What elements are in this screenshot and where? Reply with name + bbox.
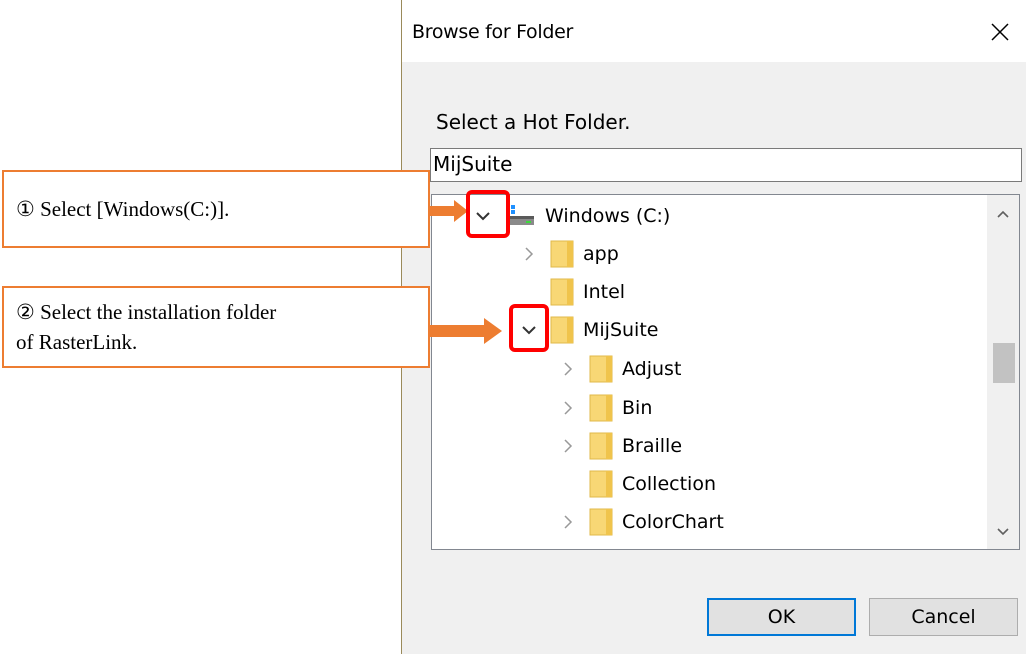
tree-item-colorchart[interactable]: ColorChart bbox=[557, 504, 724, 540]
highlight-windows-chevron bbox=[466, 190, 510, 238]
callout-step-2-line2: of RasterLink. bbox=[16, 330, 138, 354]
folder-icon bbox=[550, 278, 574, 306]
chevron-down-icon bbox=[997, 528, 1009, 536]
callout-step-1-text: ① Select [Windows(C:)]. bbox=[16, 197, 230, 221]
tree-item-label: ColorChart bbox=[622, 511, 724, 533]
ok-button[interactable]: OK bbox=[707, 598, 856, 636]
callout-step-2-line1: ② Select the installation folder bbox=[16, 300, 277, 324]
scroll-thumb[interactable] bbox=[993, 343, 1015, 383]
tree-scrollbar[interactable] bbox=[987, 195, 1019, 549]
arrow-step-2 bbox=[430, 318, 502, 344]
folder-icon bbox=[550, 240, 574, 268]
chevron-right-icon[interactable] bbox=[557, 512, 579, 532]
tree-item-braille[interactable]: Braille bbox=[557, 428, 682, 464]
folder-icon bbox=[589, 470, 613, 498]
folder-path-field[interactable]: MijSuite bbox=[430, 148, 1022, 182]
highlight-mijsuite-chevron bbox=[509, 304, 549, 352]
close-icon bbox=[991, 23, 1009, 41]
close-button[interactable] bbox=[979, 12, 1021, 52]
dialog-title: Browse for Folder bbox=[412, 21, 574, 43]
folder-tree[interactable]: Windows (C:) app Intel MijSuite Adjust B… bbox=[431, 194, 1020, 550]
instruction-text: Select a Hot Folder. bbox=[436, 110, 631, 134]
tree-item-label: Bin bbox=[622, 397, 653, 419]
folder-icon bbox=[589, 394, 613, 422]
chevron-up-icon bbox=[997, 210, 1009, 218]
tree-item-adjust[interactable]: Adjust bbox=[557, 351, 681, 387]
cancel-button[interactable]: Cancel bbox=[869, 598, 1018, 636]
tree-item-label: Braille bbox=[622, 435, 683, 457]
folder-icon bbox=[589, 355, 613, 383]
callout-step-1: ① Select [Windows(C:)]. bbox=[2, 170, 430, 248]
chevron-right-icon[interactable] bbox=[557, 359, 579, 379]
tree-item-collection[interactable]: Collection bbox=[557, 466, 716, 502]
tree-item-label: app bbox=[583, 243, 619, 265]
tree-item-label: Windows (C:) bbox=[545, 205, 671, 227]
chevron-right-icon[interactable] bbox=[557, 436, 579, 456]
tree-item-label: MijSuite bbox=[583, 319, 659, 341]
title-bar: Browse for Folder bbox=[402, 0, 1026, 62]
tree-item-label: Adjust bbox=[622, 358, 682, 380]
folder-icon bbox=[589, 508, 613, 536]
folder-icon bbox=[550, 316, 574, 344]
tree-item-bin[interactable]: Bin bbox=[557, 390, 652, 426]
arrow-step-1 bbox=[430, 200, 468, 222]
chevron-right-icon[interactable] bbox=[557, 398, 579, 418]
tree-item-label: Collection bbox=[622, 473, 716, 495]
chevron-right-icon[interactable] bbox=[518, 244, 540, 264]
scroll-up-button[interactable] bbox=[987, 199, 1019, 229]
scroll-down-button[interactable] bbox=[987, 517, 1019, 547]
folder-icon bbox=[589, 432, 613, 460]
tree-item-app[interactable]: app bbox=[518, 236, 619, 272]
tree-item-label: Intel bbox=[583, 281, 626, 303]
callout-step-2: ② Select the installation folder of Rast… bbox=[2, 286, 430, 368]
